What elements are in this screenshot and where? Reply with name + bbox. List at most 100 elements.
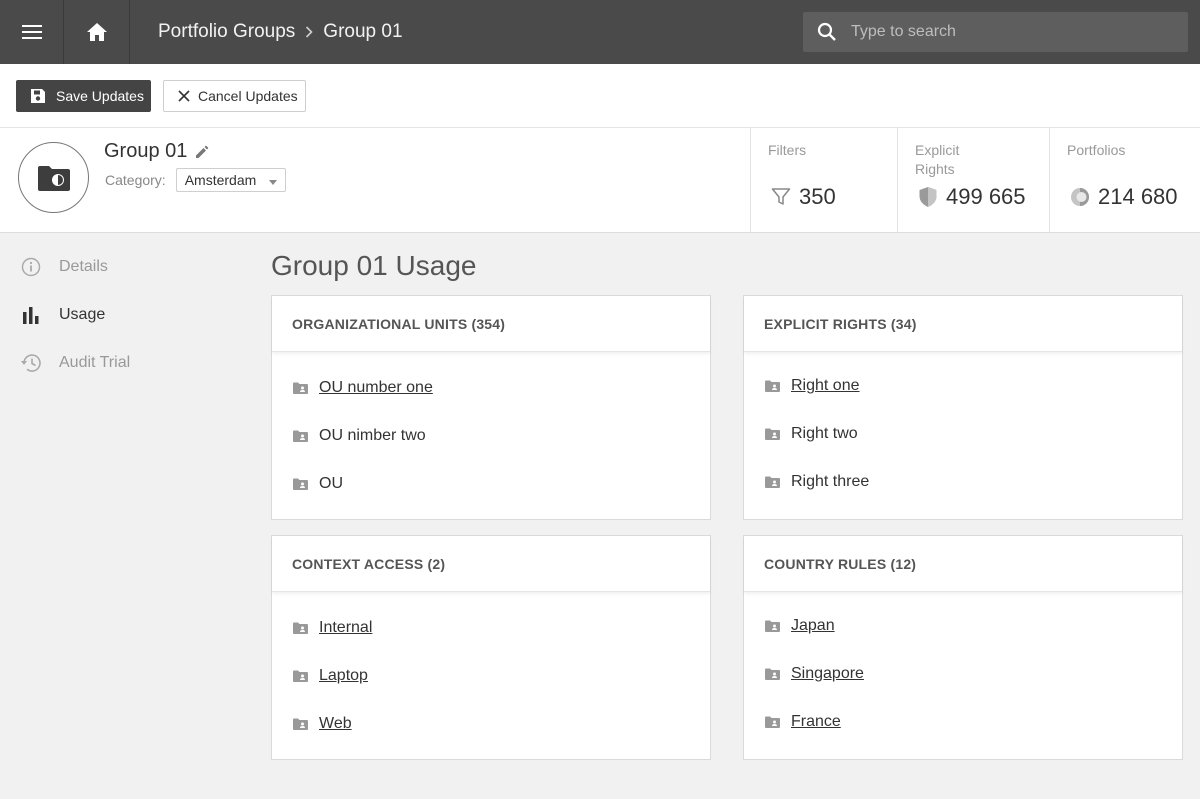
card-title: CONTEXT ACCESS (2): [272, 536, 710, 592]
user-folder-icon: [765, 428, 781, 440]
search-icon: [803, 22, 851, 42]
list-item: OU: [272, 460, 710, 508]
explicit-rights-stat-label: Explicit Rights: [915, 142, 960, 177]
context-access-card: CONTEXT ACCESS (2) Internal Laptop Web: [271, 535, 711, 760]
bar-chart-icon: [20, 306, 42, 324]
country-rules-card: COUNTRY RULES (12) Japan Singapore Franc…: [743, 535, 1183, 760]
sidebar-item-label: Details: [59, 258, 108, 275]
country-link[interactable]: France: [791, 713, 841, 731]
context-link[interactable]: Internal: [319, 619, 372, 637]
search-box[interactable]: [803, 12, 1188, 52]
group-name: Group 01: [104, 140, 188, 162]
breadcrumb: Portfolio Groups Group 01: [158, 0, 403, 64]
list-item: Internal: [272, 604, 710, 652]
user-folder-icon: [765, 476, 781, 488]
sidebar-item-label: Usage: [59, 306, 106, 323]
close-icon: [178, 90, 190, 102]
breadcrumb-group-01: Group 01: [323, 21, 403, 42]
list-item: Right three: [744, 458, 1182, 506]
sidebar-item-label: Audit Trial: [59, 354, 131, 371]
cancel-updates-label: Cancel Updates: [198, 88, 298, 104]
right-item-label: Right two: [791, 425, 858, 442]
user-folder-icon: [765, 620, 781, 632]
card-title: ORGANIZATIONAL UNITS (354): [272, 296, 710, 352]
list-item: Web: [272, 700, 710, 748]
list-item: Right two: [744, 410, 1182, 458]
user-folder-icon: [293, 430, 309, 442]
info-icon: [20, 257, 42, 277]
card-list: OU number one OU nimber two OU: [272, 352, 710, 508]
explicit-rights-card: EXPLICIT RIGHTS (34) Right one Right two…: [743, 295, 1183, 520]
group-title: Group 01: [104, 140, 209, 163]
explicit-rights-stat[interactable]: Explicit Rights 499 665: [897, 128, 1050, 232]
breadcrumb-portfolio-groups[interactable]: Portfolio Groups: [158, 21, 295, 43]
portfolio-folder-icon: [37, 165, 70, 191]
organizational-units-card: ORGANIZATIONAL UNITS (354) OU number one…: [271, 295, 711, 520]
sidebar-item-audit-trial[interactable]: Audit Trial: [20, 349, 130, 377]
list-item: France: [744, 698, 1182, 746]
list-item: OU number one: [272, 364, 710, 412]
ou-item-label: OU: [319, 475, 343, 492]
user-folder-icon: [293, 382, 309, 394]
country-link[interactable]: Japan: [791, 617, 835, 635]
filters-stat[interactable]: Filters 350: [750, 128, 898, 232]
card-list: Right one Right two Right three: [744, 352, 1182, 506]
chevron-right-icon: [305, 26, 313, 38]
funnel-icon: [771, 187, 791, 207]
search-input[interactable]: [851, 23, 1171, 41]
portfolio-pie-icon: [1070, 187, 1090, 207]
user-folder-icon: [765, 668, 781, 680]
user-folder-icon: [293, 670, 309, 682]
pencil-icon[interactable]: [195, 145, 209, 159]
ou-link[interactable]: OU number one: [319, 379, 433, 397]
card-title: COUNTRY RULES (12): [744, 536, 1182, 592]
top-app-bar: Portfolio Groups Group 01: [0, 0, 1200, 64]
context-link[interactable]: Laptop: [319, 667, 368, 685]
filters-stat-value: 350: [799, 184, 836, 209]
user-folder-icon: [765, 380, 781, 392]
action-toolbar: Save Updates Cancel Updates: [0, 64, 1200, 128]
card-list: Japan Singapore France: [744, 592, 1182, 746]
save-updates-button[interactable]: Save Updates: [16, 80, 151, 112]
ou-item-label: OU nimber two: [319, 427, 426, 444]
card-list: Internal Laptop Web: [272, 592, 710, 748]
list-item: Right one: [744, 362, 1182, 410]
hamburger-menu-icon: [21, 25, 42, 39]
category-value: Amsterdam: [184, 172, 257, 188]
history-icon: [20, 353, 42, 373]
category-label: Category:: [105, 172, 166, 188]
page-title: Group 01 Usage: [271, 250, 477, 281]
category-row: Category: Amsterdam: [105, 168, 286, 192]
context-link[interactable]: Web: [319, 715, 352, 733]
list-item: OU nimber two: [272, 412, 710, 460]
user-folder-icon: [765, 716, 781, 728]
portfolios-stat-label: Portfolios: [1067, 142, 1126, 158]
country-link[interactable]: Singapore: [791, 665, 864, 683]
list-item: Japan: [744, 602, 1182, 650]
caret-down-icon: [268, 172, 277, 188]
right-item-label: Right three: [791, 473, 870, 490]
cancel-updates-button[interactable]: Cancel Updates: [163, 80, 306, 112]
group-header: Group 01 Category: Amsterdam Filters 350…: [0, 128, 1200, 233]
user-folder-icon: [293, 478, 309, 490]
filters-stat-label: Filters: [768, 142, 807, 158]
home-button[interactable]: [64, 0, 130, 64]
portfolios-stat[interactable]: Portfolios 214 680: [1049, 128, 1200, 232]
card-title: EXPLICIT RIGHTS (34): [744, 296, 1182, 352]
portfolios-stat-value: 214 680: [1098, 184, 1178, 209]
user-folder-icon: [293, 622, 309, 634]
list-item: Singapore: [744, 650, 1182, 698]
menu-button[interactable]: [0, 0, 64, 64]
category-select[interactable]: Amsterdam: [175, 168, 286, 192]
user-folder-icon: [293, 718, 309, 730]
group-avatar: [18, 142, 89, 213]
explicit-rights-stat-value: 499 665: [946, 184, 1026, 209]
list-item: Laptop: [272, 652, 710, 700]
right-link[interactable]: Right one: [791, 377, 860, 395]
sidebar-item-details[interactable]: Details: [20, 253, 108, 281]
sidebar-item-usage[interactable]: Usage: [20, 301, 105, 329]
floppy-disk-icon: [30, 88, 46, 104]
save-updates-label: Save Updates: [56, 88, 144, 104]
shield-icon: [918, 186, 938, 208]
home-icon: [86, 23, 107, 41]
